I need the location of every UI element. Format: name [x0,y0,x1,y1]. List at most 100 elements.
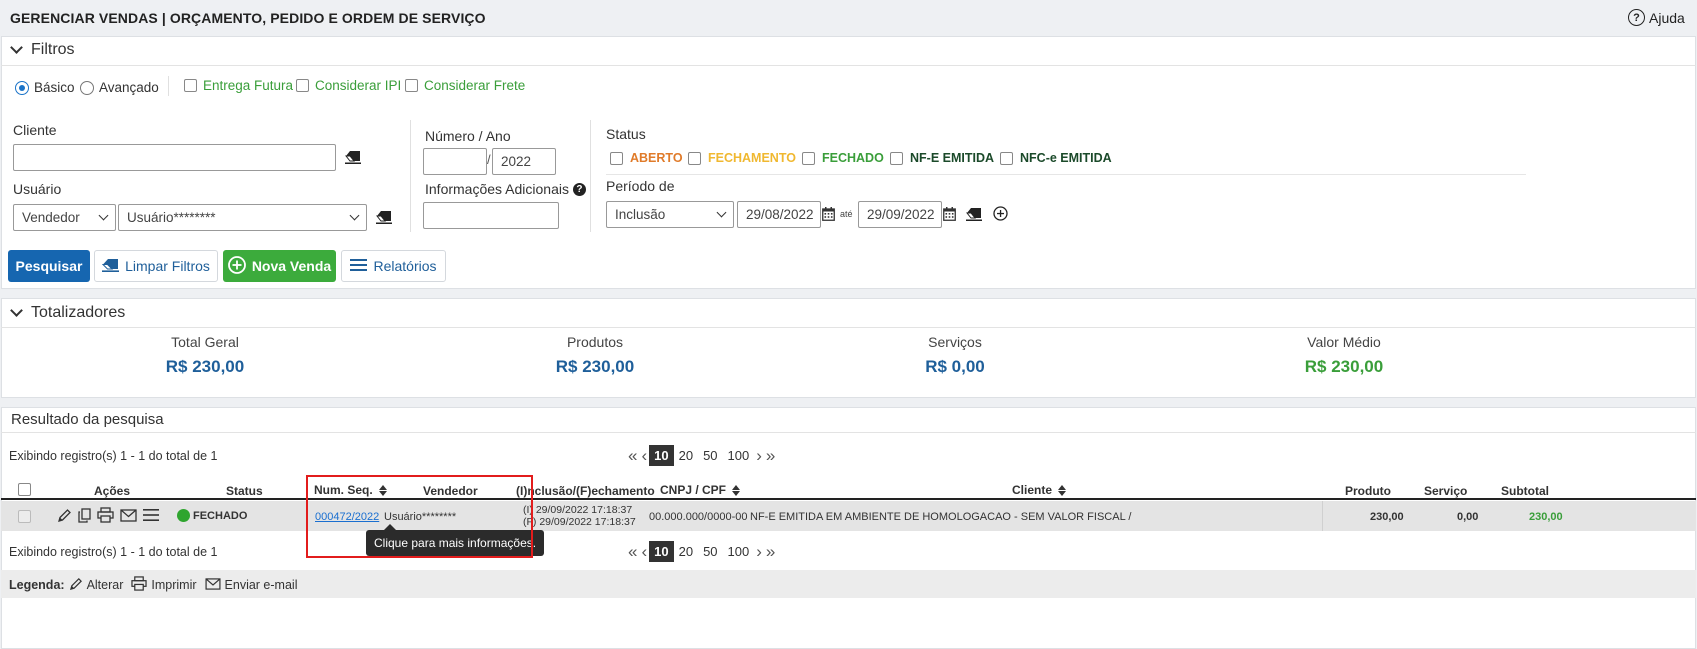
date-from-input[interactable]: 29/08/2022 [737,201,821,228]
row-subtotal: 230,00 [1529,511,1563,523]
totals-header[interactable]: Totalizadores [10,304,125,322]
considerar-ipi-label: Considerar IPI [315,78,402,93]
add-circle-icon[interactable] [993,206,1008,224]
next-page-icon[interactable]: › [754,542,764,562]
next-page-icon[interactable]: › [754,446,764,466]
last-page-icon[interactable]: » [764,446,777,466]
checkbox-icon [296,79,309,92]
row-fechamento: (F) 29/09/2022 17:18:37 [523,516,636,528]
first-page-icon[interactable]: « [626,446,639,466]
limpar-filtros-button[interactable]: Limpar Filtros [94,250,218,282]
legend-alterar: Alterar [86,578,124,592]
print-icon [131,576,148,594]
slash-separator: / [487,152,491,167]
row-produto-divider [1322,501,1323,531]
page-size-100[interactable]: 100 [723,541,755,562]
eraser-icon[interactable] [375,210,392,227]
sort-icon [1058,485,1067,497]
page-size-50[interactable]: 50 [698,541,722,562]
mode-advanced-radio[interactable]: Avançado [80,80,159,95]
col-cliente[interactable]: Cliente [1012,483,1067,497]
page-size-20[interactable]: 20 [674,541,698,562]
page-title: GERENCIAR VENDAS | ORÇAMENTO, PEDIDO E O… [10,10,486,26]
pencil-icon[interactable] [57,508,72,526]
menu-lines-icon [350,258,368,275]
col-servico: Serviço [1424,484,1468,498]
mode-advanced-label: Avançado [99,80,159,95]
first-page-icon[interactable]: « [626,542,639,562]
row-checkbox[interactable] [18,510,31,523]
usuario-select[interactable]: Usuário******** [118,204,367,231]
select-all-checkbox[interactable] [18,483,31,496]
status-aberto-checkbox[interactable]: ABERTO [610,151,683,165]
info-adicionais-input[interactable] [423,202,559,229]
checkbox-icon [1000,151,1013,165]
valor-medio-label: Valor Médio [1307,334,1381,350]
usuario-type-value: Vendedor [22,210,80,225]
status-dot-icon [177,509,190,522]
email-icon [205,577,221,593]
pesquisar-button[interactable]: Pesquisar [8,250,90,282]
menu-icon[interactable] [143,508,159,525]
considerar-frete-label: Considerar Frete [424,78,526,93]
row-servico: 0,00 [1457,511,1479,523]
print-icon[interactable] [97,507,114,526]
entrega-futura-checkbox[interactable]: Entrega Futura [184,78,293,93]
prev-page-icon[interactable]: ‹ [639,446,649,466]
col-cnpj[interactable]: CNPJ / CPF [660,483,741,497]
checkbox-icon [405,79,418,92]
email-icon[interactable] [120,508,137,525]
calendar-icon[interactable] [822,207,835,224]
status-aberto-label: ABERTO [630,151,683,165]
considerar-frete-checkbox[interactable]: Considerar Frete [405,78,525,93]
eraser-icon[interactable] [344,150,361,167]
help-icon: ? [1628,9,1645,26]
status-nfe-checkbox[interactable]: NF-E EMITIDA [890,151,994,165]
calendar-icon[interactable] [943,207,956,224]
entrega-futura-label: Entrega Futura [203,78,294,93]
valor-medio-value: R$ 230,00 [1304,357,1384,376]
legend-imprimir: Imprimir [151,578,197,592]
row-actions [57,507,159,526]
page-size-20[interactable]: 20 [674,445,698,466]
copy-icon[interactable] [78,507,91,526]
page-size-100[interactable]: 100 [723,445,755,466]
status-label: Status [606,126,646,142]
status-fechamento-checkbox[interactable]: FECHAMENTO [688,151,796,165]
row-produto: 230,00 [1370,511,1404,523]
status-fechado-checkbox[interactable]: FECHADO [802,151,884,165]
page-size-10[interactable]: 10 [649,541,674,562]
question-circle-icon[interactable]: ? [572,182,586,196]
filters-header[interactable]: Filtros [10,41,75,59]
legend-email: Enviar e-mail [224,578,298,592]
usuario-type-select[interactable]: Vendedor [13,204,116,231]
periodo-type-value: Inclusão [615,207,666,222]
nova-venda-button[interactable]: Nova Venda [223,250,336,282]
ano-input[interactable]: 2022 [492,148,556,175]
considerar-ipi-checkbox[interactable]: Considerar IPI [296,78,401,93]
numero-input[interactable] [423,148,487,175]
total-geral-value: R$ 230,00 [165,357,245,376]
status-nfce-checkbox[interactable]: NFC-e EMITIDA [1000,151,1112,165]
mode-basic-radio[interactable]: Básico [15,80,75,95]
relatorios-button[interactable]: Relatórios [341,250,446,282]
help-link[interactable]: ? Ajuda [1628,9,1685,26]
pencil-icon [69,577,83,594]
status-nfce-label: NFC-e EMITIDA [1020,151,1112,165]
periodo-type-select[interactable]: Inclusão [606,201,734,228]
plus-circle-icon [227,255,246,277]
info-adicionais-label: Informações Adicionais ? [425,181,586,197]
total-geral-label: Total Geral [171,334,239,350]
page-size-10[interactable]: 10 [649,445,674,466]
page-size-50[interactable]: 50 [698,445,722,466]
total-servicos-label: Serviços [928,334,982,350]
date-to-input[interactable]: 29/09/2022 [858,201,942,228]
prev-page-icon[interactable]: ‹ [639,542,649,562]
eraser-icon[interactable] [965,207,982,224]
row-status: FECHADO [177,509,247,522]
last-page-icon[interactable]: » [764,542,777,562]
showing-bottom: Exibindo registro(s) 1 - 1 do total de 1 [9,545,218,559]
mode-separator [168,76,169,96]
legend-title: Legenda: [9,578,65,592]
cliente-input[interactable] [13,144,336,171]
